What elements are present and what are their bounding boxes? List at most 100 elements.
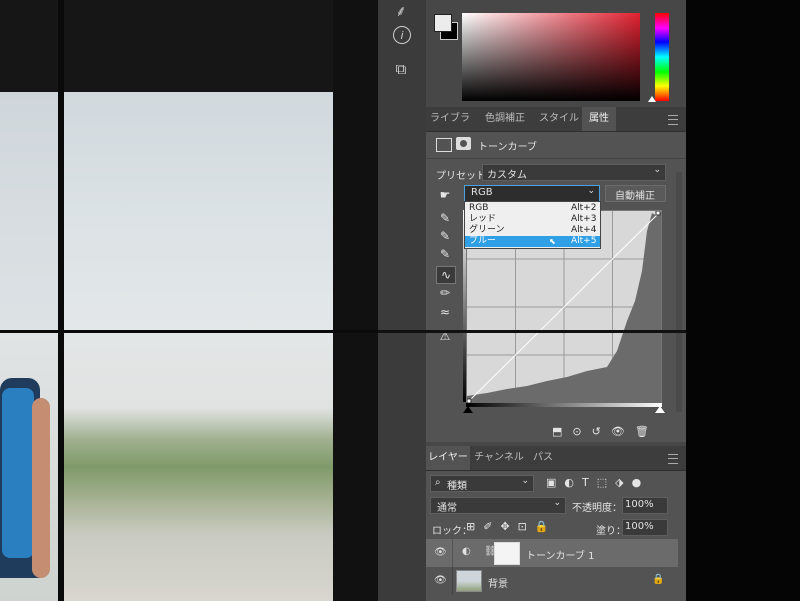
smooth-curve-icon[interactable]: ≈: [436, 304, 454, 320]
preset-dropdown[interactable]: カスタム ⌄: [482, 164, 666, 181]
hue-slider[interactable]: [655, 13, 669, 101]
color-field[interactable]: [462, 13, 640, 101]
panel-menu-icon[interactable]: [668, 115, 678, 125]
divider: [452, 567, 453, 595]
tab-properties[interactable]: 属性: [582, 107, 616, 131]
display-seam: [378, 330, 426, 333]
targeted-adjustment-icon[interactable]: ☛: [436, 187, 454, 203]
black-point-slider[interactable]: [463, 406, 473, 413]
display-seam: [426, 330, 686, 333]
lock-artboard-icon[interactable]: ⊡: [518, 520, 527, 533]
chevron-down-icon: ⌄: [521, 476, 529, 486]
chevron-down-icon: ⌄: [653, 165, 661, 175]
layer-filter-dropdown[interactable]: ⌕ 種類 ⌄: [430, 475, 534, 492]
foreground-color-swatch[interactable]: [434, 14, 452, 32]
channel-dropdown-menu: RGB Alt+2 レッド Alt+3 グリーン Alt+4 ブルー ⬉ Alt…: [464, 201, 601, 249]
screen-edge-background: [686, 0, 800, 601]
input-gradient-bar: [466, 403, 662, 407]
display-seam: [58, 0, 64, 601]
lock-transparent-pixels-icon[interactable]: ⊞: [466, 520, 475, 533]
tab-channels[interactable]: チャンネル: [470, 446, 528, 470]
channel-option-red[interactable]: レッド Alt+3: [465, 214, 600, 225]
layer-filter-value: 種類: [447, 481, 467, 492]
right-panel-dock: ライブラリ 色調補正 スタイル 属性 トーンカーブ プリセット： カスタム ⌄ …: [426, 0, 686, 601]
brush-preset-icon[interactable]: ⸙: [390, 0, 412, 22]
fill-field[interactable]: 100%: [622, 519, 668, 536]
channel-option-green[interactable]: グリーン Alt+4: [465, 225, 600, 236]
layer-name[interactable]: 背景: [488, 575, 508, 590]
lock-icon: 🔒: [652, 574, 665, 585]
smart-object-filter-icon[interactable]: ⬗: [615, 476, 623, 489]
fill-value: 100%: [625, 521, 654, 532]
curve-points-tool-icon[interactable]: ∿: [436, 266, 456, 284]
divider: [452, 539, 453, 567]
auto-button-label: 自動補正: [615, 191, 655, 202]
tab-layers[interactable]: レイヤー: [426, 446, 470, 470]
mask-icon[interactable]: [456, 137, 471, 150]
photo-sky-left: [0, 92, 58, 330]
visibility-eye-icon[interactable]: 👁: [611, 425, 625, 441]
display-seam: [333, 0, 378, 601]
info-icon[interactable]: i: [393, 26, 411, 44]
layers-tabbar: レイヤー チャンネル パス: [426, 446, 686, 471]
pencil-tool-icon[interactable]: ✏: [436, 285, 454, 301]
panel-menu-icon[interactable]: [668, 454, 678, 464]
shape-layer-filter-icon[interactable]: ⬚: [597, 476, 607, 489]
white-point-slider[interactable]: [655, 406, 665, 413]
reset-icon[interactable]: ↺: [592, 425, 601, 441]
opacity-label: 不透明度：: [572, 503, 622, 514]
black-eyedropper-icon[interactable]: ✎: [436, 210, 454, 226]
trash-icon[interactable]: 🗑: [635, 425, 649, 441]
curves-adjustment-icon: [436, 138, 452, 152]
gray-eyedropper-icon[interactable]: ✎: [436, 228, 454, 244]
visibility-eye-icon[interactable]: 👁: [434, 547, 447, 558]
tab-paths[interactable]: パス: [528, 446, 558, 470]
puppet-icon[interactable]: ⧉: [390, 58, 412, 80]
opacity-field[interactable]: 100%: [622, 497, 668, 514]
adjustment-layer-filter-icon[interactable]: ◐: [564, 476, 574, 489]
panel-icon-strip: ⸙ i ⧉: [378, 0, 426, 601]
view-previous-state-icon[interactable]: ⊙: [572, 425, 581, 441]
channel-option-rgb[interactable]: RGB Alt+2: [465, 203, 600, 214]
lock-icons: ⊞ ✐ ✥ ⊡ 🔒: [466, 520, 549, 533]
layers-panel: ⌕ 種類 ⌄ ▣ ◐ T ⬚ ⬗ ● 通常 ⌄ 不透明度： 100% ロック： …: [426, 471, 686, 601]
divider: [426, 158, 686, 159]
properties-panel: トーンカーブ プリセット： カスタム ⌄ ☛ ✎ ✎ ✎ ∿ ✏ ≈ ⚠ RGB…: [426, 132, 686, 442]
properties-scrollbar[interactable]: [676, 172, 682, 412]
lock-position-icon[interactable]: ✥: [500, 520, 509, 533]
blend-mode-dropdown[interactable]: 通常 ⌄: [430, 497, 566, 514]
lock-all-icon[interactable]: 🔒: [535, 520, 549, 533]
opacity-value: 100%: [625, 499, 654, 510]
blend-mode-value: 通常: [437, 503, 457, 514]
layer-mask-thumbnail[interactable]: [494, 542, 520, 565]
adjustment-layer-icon: ◐: [462, 546, 471, 557]
type-layer-filter-icon[interactable]: T: [582, 476, 589, 489]
hue-slider-handle[interactable]: [648, 96, 656, 102]
cursor-icon: ⬉: [549, 237, 556, 246]
lock-image-pixels-icon[interactable]: ✐: [483, 520, 492, 533]
photo-sky-center: [64, 92, 333, 330]
layer-name[interactable]: トーンカーブ 1: [526, 547, 594, 562]
properties-tabbar: ライブラリ 色調補正 スタイル 属性: [426, 107, 686, 148]
layer-thumbnail[interactable]: [456, 570, 482, 592]
channel-option-blue[interactable]: ブルー ⬉ Alt+5: [465, 236, 600, 247]
layer-row-background[interactable]: 👁 背景 🔒: [426, 567, 678, 595]
layer-row-curves[interactable]: 👁 ◐ ⛓ トーンカーブ 1: [426, 539, 678, 567]
filter-toggle-icon[interactable]: ●: [632, 476, 642, 489]
channel-dropdown[interactable]: RGB ⌄: [464, 185, 600, 202]
tab-adjustments[interactable]: 色調補正: [474, 107, 536, 131]
document-canvas[interactable]: [0, 0, 378, 601]
clip-to-layer-icon[interactable]: ⬒: [552, 425, 562, 441]
display-seam: [0, 330, 378, 333]
search-icon: ⌕: [435, 477, 441, 488]
pixel-layer-filter-icon[interactable]: ▣: [546, 476, 556, 489]
photo-subject-child: [0, 358, 60, 601]
chevron-down-icon: ⌄: [587, 186, 595, 196]
canvas-background: [0, 0, 378, 92]
auto-button[interactable]: 自動補正: [605, 185, 666, 202]
channel-value: RGB: [471, 187, 493, 198]
white-eyedropper-icon[interactable]: ✎: [436, 246, 454, 262]
tab-styles[interactable]: スタイル: [536, 107, 582, 131]
tab-libraries[interactable]: ライブラリ: [426, 107, 474, 148]
visibility-eye-icon[interactable]: 👁: [434, 575, 447, 586]
